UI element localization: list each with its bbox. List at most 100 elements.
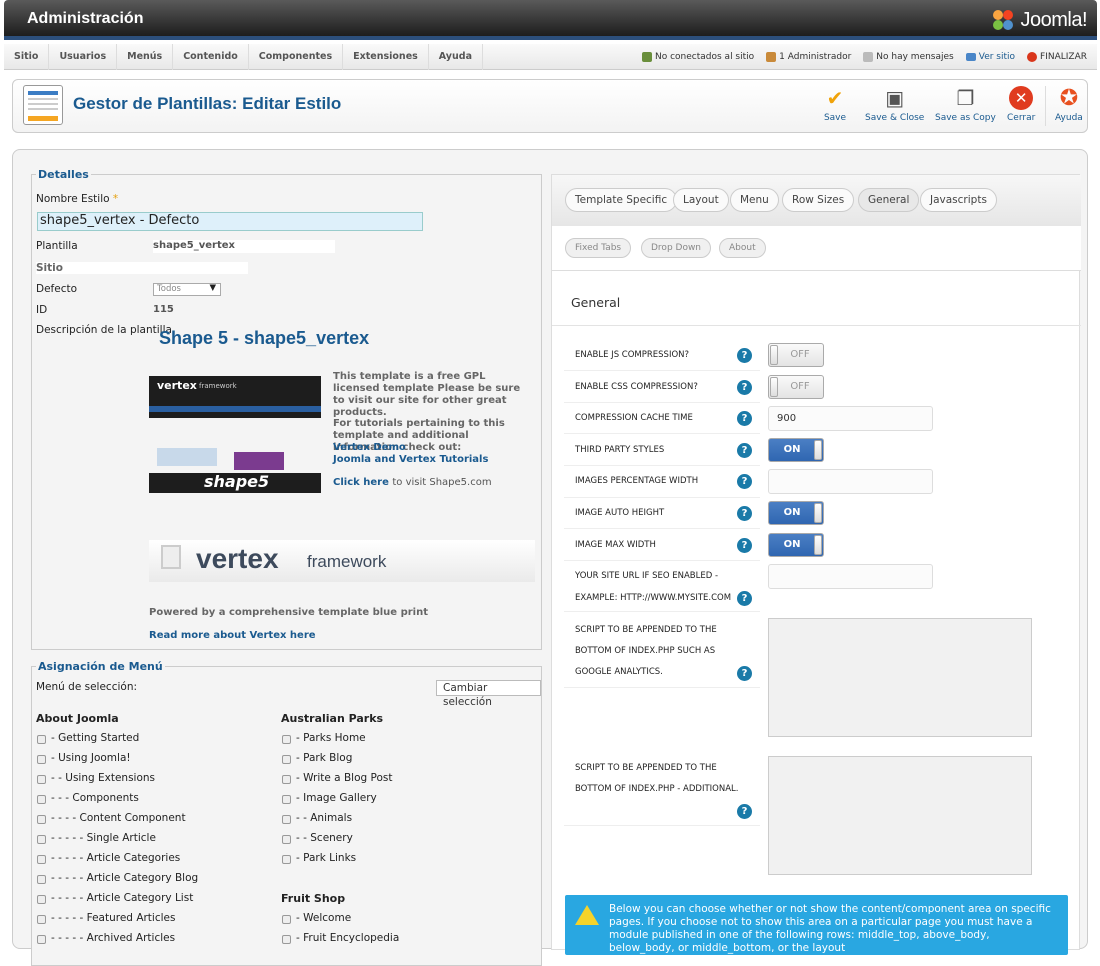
default-label: Defecto <box>36 283 78 295</box>
vertex-demo-link[interactable]: Vertex Demo <box>333 442 528 454</box>
menu-item-checkbox[interactable] <box>282 835 291 844</box>
menu-item-checkbox[interactable] <box>282 775 291 784</box>
help-button[interactable]: ✪ Ayuda <box>1055 86 1083 124</box>
help-icon[interactable]: ? <box>737 411 752 426</box>
template-label: Plantilla <box>36 240 78 252</box>
menu-ayuda[interactable]: Ayuda <box>429 44 483 70</box>
third-party-styles-toggle[interactable]: ON <box>768 438 824 462</box>
preview-subtitle: framework <box>199 382 237 390</box>
info-notice: Below you can choose whether or not show… <box>565 895 1068 955</box>
help-icon[interactable]: ? <box>737 506 752 521</box>
menu-item-label: - - Scenery <box>296 832 353 844</box>
tab-fixed-tabs[interactable]: Fixed Tabs <box>565 238 632 258</box>
tab-template-specific[interactable]: Template Specific <box>565 188 678 212</box>
menu-item-checkbox[interactable] <box>37 795 46 804</box>
menu-item-checkbox[interactable] <box>37 775 46 784</box>
script-additional-label-line2: BOTTOM OF INDEX.PHP - ADDITIONAL. <box>575 784 739 794</box>
id-label: ID <box>36 304 48 316</box>
read-more-link[interactable]: Read more about Vertex here <box>149 630 449 642</box>
help-icon[interactable]: ? <box>737 474 752 489</box>
menu-sitio[interactable]: Sitio <box>4 44 50 70</box>
change-selection-button[interactable]: Cambiar selección <box>436 680 541 708</box>
menu-contenido[interactable]: Contenido <box>173 44 249 70</box>
default-select[interactable]: Todos ▼ <box>153 283 221 296</box>
click-here-link[interactable]: Click here <box>333 477 389 488</box>
australian-parks-heading: Australian Parks <box>281 712 384 725</box>
menu-item-label: - - - - - Featured Articles <box>51 912 176 924</box>
tab-about[interactable]: About <box>719 238 766 258</box>
help-icon[interactable]: ? <box>737 591 752 606</box>
view-site-link[interactable]: Ver sitio <box>965 52 1015 62</box>
menu-item-checkbox[interactable] <box>282 735 291 744</box>
save-button[interactable]: ✔ Save <box>823 86 847 123</box>
menu-item-label: - Image Gallery <box>296 792 377 804</box>
script-additional-textarea[interactable] <box>768 756 1032 875</box>
style-name-input[interactable]: shape5_vertex - Defecto <box>37 212 423 231</box>
preview-title: vertex <box>157 379 197 392</box>
script-analytics-label-line2: BOTTOM OF INDEX.PHP SUCH AS <box>575 646 716 656</box>
help-icon[interactable]: ? <box>737 538 752 553</box>
menu-item-label: - Write a Blog Post <box>296 772 393 784</box>
menu-item-checkbox[interactable] <box>282 815 291 824</box>
image-max-width-toggle[interactable]: ON <box>768 533 824 557</box>
seo-url-label-line2: EXAMPLE: HTTP://WWW.MYSITE.COM <box>575 593 732 603</box>
vertex-banner: vertex framework <box>149 540 535 582</box>
description-label: Descripción de la plantilla <box>36 324 172 336</box>
menu-item-checkbox[interactable] <box>37 755 46 764</box>
warning-icon <box>575 905 599 925</box>
help-icon[interactable]: ? <box>737 804 752 819</box>
vertex-logo-icon <box>161 545 181 569</box>
menu-item-label: - - - - Content Component <box>51 812 186 824</box>
details-legend: Detalles <box>36 168 91 181</box>
menu-item-checkbox[interactable] <box>37 875 46 884</box>
menu-item-checkbox[interactable] <box>37 815 46 824</box>
menu-item-checkbox[interactable] <box>37 915 46 924</box>
menu-componentes[interactable]: Componentes <box>249 44 344 70</box>
help-icon[interactable]: ? <box>737 348 752 363</box>
js-compression-toggle[interactable]: OFF <box>768 343 824 367</box>
menu-item-label: - - Using Extensions <box>51 772 156 784</box>
menu-item-checkbox[interactable] <box>37 855 46 864</box>
cache-time-input[interactable]: 900 <box>768 406 933 431</box>
template-value: shape5_vertex <box>153 240 335 253</box>
menu-item-checkbox[interactable] <box>282 915 291 924</box>
help-icon[interactable]: ? <box>737 443 752 458</box>
tab-menu[interactable]: Menu <box>730 188 779 212</box>
tab-layout[interactable]: Layout <box>673 188 729 212</box>
image-auto-height-label: IMAGE AUTO HEIGHT <box>575 508 665 518</box>
menu-item-label: - Park Links <box>296 852 357 864</box>
menu-item-checkbox[interactable] <box>282 855 291 864</box>
help-icon[interactable]: ? <box>737 380 752 395</box>
seo-url-label-line1: YOUR SITE URL IF SEO ENABLED - <box>575 571 719 581</box>
tab-row-primary: Template Specific Layout Menu Row Sizes … <box>552 175 1081 226</box>
images-pct-width-input[interactable] <box>768 469 933 494</box>
script-analytics-textarea[interactable] <box>768 618 1032 737</box>
menu-item-checkbox[interactable] <box>282 755 291 764</box>
menu-item-checkbox[interactable] <box>37 735 46 744</box>
menu-item-checkbox[interactable] <box>37 895 46 904</box>
tab-general[interactable]: General <box>858 188 920 212</box>
tab-row-sizes[interactable]: Row Sizes <box>782 188 855 212</box>
help-icon[interactable]: ? <box>737 666 752 681</box>
power-icon <box>1027 52 1038 62</box>
css-compression-toggle[interactable]: OFF <box>768 375 824 399</box>
save-as-copy-button[interactable]: ❐ Save as Copy <box>935 86 996 123</box>
image-auto-height-toggle[interactable]: ON <box>768 501 824 525</box>
menu-item-checkbox[interactable] <box>37 835 46 844</box>
menu-item-checkbox[interactable] <box>282 795 291 804</box>
menu-assignment-legend: Asignación de Menú <box>36 660 165 673</box>
seo-url-input[interactable] <box>768 564 933 589</box>
tab-javascripts[interactable]: Javascripts <box>920 188 997 212</box>
logout-link[interactable]: FINALIZAR <box>1027 52 1087 62</box>
close-button[interactable]: ✕ Cerrar <box>1007 86 1035 123</box>
close-icon: ✕ <box>1009 86 1034 110</box>
tutorials-link[interactable]: Joomla and Vertex Tutorials <box>333 454 528 466</box>
menu-item-label: - Welcome <box>296 912 352 924</box>
menu-item-label: - Fruit Encyclopedia <box>296 932 400 944</box>
description-blurb: This template is a free GPL licensed tem… <box>333 371 521 418</box>
menu-menus[interactable]: Menús <box>117 44 174 70</box>
menu-extensiones[interactable]: Extensiones <box>343 44 429 70</box>
save-close-button[interactable]: ▣ Save & Close <box>865 86 924 123</box>
menu-usuarios[interactable]: Usuarios <box>49 44 118 70</box>
tab-drop-down[interactable]: Drop Down <box>641 238 712 258</box>
